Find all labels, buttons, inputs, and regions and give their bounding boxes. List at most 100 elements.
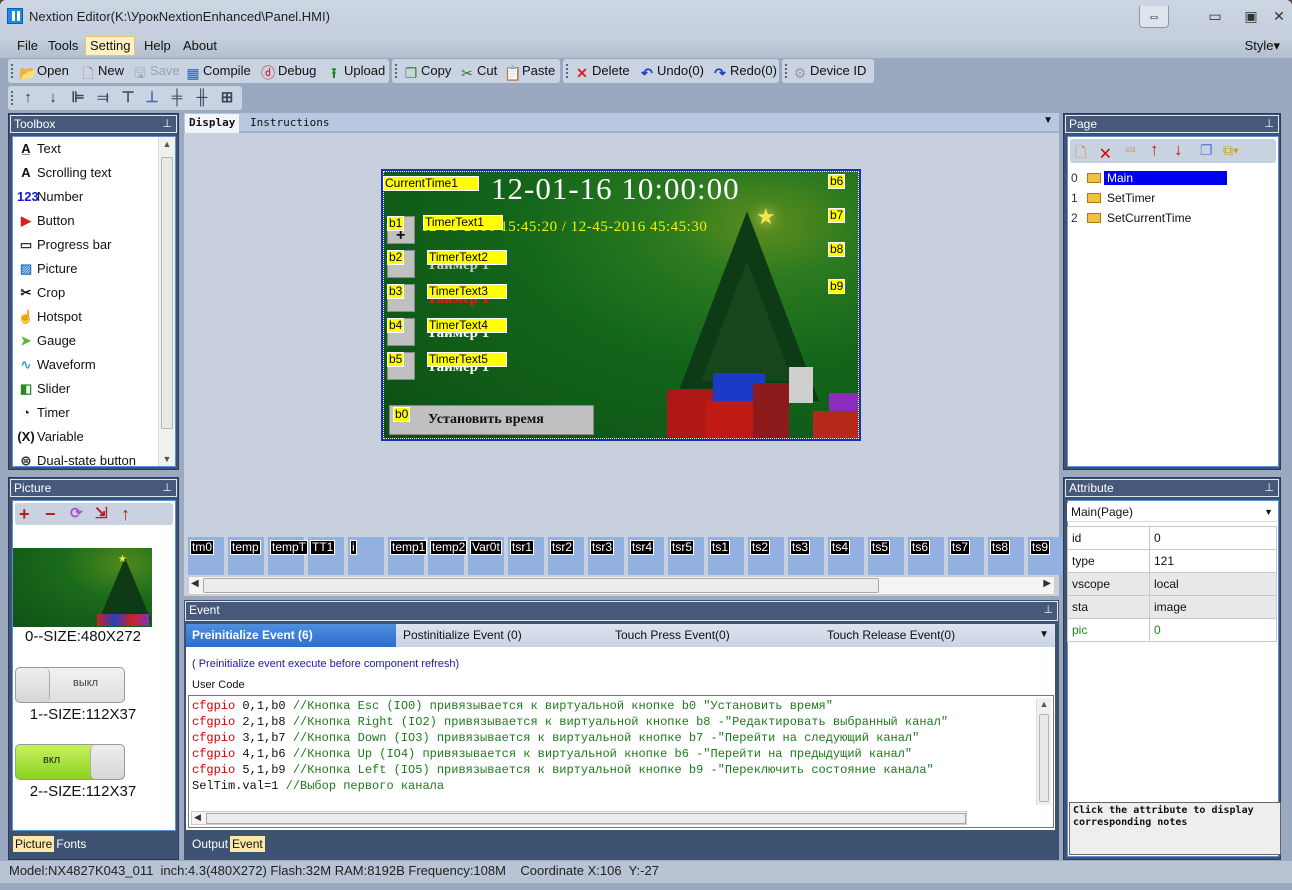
attribute-row-vscope[interactable]: vscope local <box>1067 572 1277 596</box>
component-ts2[interactable]: ts2 <box>748 537 784 575</box>
scroll-thumb[interactable] <box>1039 714 1049 802</box>
tab-touch-press[interactable]: Touch Press Event(0) <box>609 624 819 647</box>
picture-thumbnail-0[interactable]: ★ <box>13 548 152 627</box>
timertext5-label[interactable]: TimerText5 <box>427 352 507 367</box>
menu-about[interactable]: About <box>179 37 221 57</box>
hmi-canvas[interactable]: ★ 12-01-16 10:00:00 CurrentTime1 12-01-2… <box>381 169 861 441</box>
attribute-value[interactable]: 0 <box>1149 526 1277 550</box>
toolbox-item-button[interactable]: ▶ Button <box>17 210 75 232</box>
toolbox-item-gauge[interactable]: ➤ Gauge <box>17 330 77 352</box>
export-picture-icon[interactable]: ⇲ <box>95 504 108 524</box>
pin-icon[interactable]: ⊥ <box>162 480 172 496</box>
timertext2-label[interactable]: TimerText2 <box>427 250 507 265</box>
set-time-button[interactable]: Установить время b0 <box>389 405 594 435</box>
send-backward-icon[interactable]: ↓ <box>43 89 63 107</box>
attribute-value[interactable]: image <box>1149 595 1277 619</box>
tab-fonts[interactable]: Fonts <box>54 836 88 852</box>
toolbox-item-variable[interactable]: (X) Variable <box>17 426 83 448</box>
toolbox-item-timer[interactable]: ◔ Timer <box>17 402 70 424</box>
new-button[interactable]: 🗋 New <box>80 62 124 82</box>
component-ts5[interactable]: ts5 <box>868 537 904 575</box>
align-top-icon[interactable]: ⊤ <box>118 89 138 107</box>
component-tsr2[interactable]: tsr2 <box>548 537 584 575</box>
attribute-row-sta[interactable]: sta image <box>1067 595 1277 619</box>
component-tsr1[interactable]: tsr1 <box>508 537 544 575</box>
toolbox-item-hotspot[interactable]: ☝ Hotspot <box>17 306 82 328</box>
toolbox-item-picture[interactable]: ▨ Picture <box>17 258 78 280</box>
maximize-button[interactable]: ▣ <box>1236 6 1266 28</box>
component-ts1[interactable]: ts1 <box>708 537 744 575</box>
attribute-row-id[interactable]: id 0 <box>1067 526 1277 550</box>
toolbox-item-dual-state-button[interactable]: ⊜ Dual-state button <box>17 450 136 472</box>
tab-event[interactable]: Event <box>230 836 265 852</box>
align-bottom-icon[interactable]: ⊥ <box>142 89 162 107</box>
component-ts8[interactable]: ts8 <box>988 537 1024 575</box>
menu-tools[interactable]: Tools <box>44 37 82 57</box>
tab-display[interactable]: Display <box>185 114 240 133</box>
component-ts7[interactable]: ts7 <box>948 537 984 575</box>
attribute-row-pic[interactable]: pic 0 <box>1067 618 1277 642</box>
center-vertical-icon[interactable]: ╪ <box>167 89 187 107</box>
component-ts3[interactable]: ts3 <box>788 537 824 575</box>
code-vscrollbar[interactable]: ▲ <box>1036 698 1051 805</box>
tab-touch-release[interactable]: Touch Release Event(0) <box>821 624 1031 647</box>
same-size-icon[interactable]: ⊞ <box>217 89 237 107</box>
toolbar-grip[interactable] <box>566 64 568 78</box>
tab-instructions[interactable]: Instructions <box>246 114 333 133</box>
tab-picture[interactable]: Picture <box>13 836 55 852</box>
scroll-thumb[interactable] <box>206 813 966 824</box>
debug-button[interactable]: ⓓ Debug <box>260 62 316 82</box>
timertext4-label[interactable]: TimerText4 <box>427 318 507 333</box>
toolbar-grip[interactable] <box>395 64 397 78</box>
copy-button[interactable]: ❐ Copy <box>403 62 452 82</box>
toolbox-item-text[interactable]: A̲ Text <box>17 138 61 160</box>
save-button[interactable]: 🖫 Save <box>132 62 180 82</box>
swap-layout-button[interactable]: ⇔ <box>1139 6 1169 28</box>
undo-button[interactable]: ↶ Undo(0) <box>639 62 704 82</box>
code-hscrollbar[interactable]: ◀ <box>191 811 967 825</box>
insert-page-icon[interactable]: ⮹ <box>1125 142 1136 159</box>
toolbox-item-crop[interactable]: ✂ Crop <box>17 282 66 304</box>
pin-icon[interactable]: ⊥ <box>1264 480 1274 496</box>
component-temp1[interactable]: temp1 <box>388 537 428 575</box>
page-options-icon[interactable]: ⧉▾ <box>1223 142 1239 159</box>
timertext3-label[interactable]: TimerText3 <box>427 284 507 299</box>
minimize-button[interactable]: ▭ <box>1200 6 1230 28</box>
move-page-down-icon[interactable]: ↓ <box>1174 140 1183 160</box>
toolbox-item-progress-bar[interactable]: ▭ Progress bar <box>17 234 112 256</box>
component-temp[interactable]: temp <box>228 537 264 575</box>
pin-icon[interactable]: ⊥ <box>1043 602 1053 618</box>
copy-page-icon[interactable]: ❐ <box>1200 142 1213 159</box>
component-ts4[interactable]: ts4 <box>828 537 864 575</box>
component-tsr4[interactable]: tsr4 <box>628 537 664 575</box>
center-horizontal-icon[interactable]: ╫ <box>192 89 212 107</box>
page-item-settimer[interactable]: 1 SetTimer <box>1071 189 1158 208</box>
button-b8[interactable]: b8 <box>828 242 846 257</box>
component-tsr3[interactable]: tsr3 <box>588 537 624 575</box>
attribute-row-type[interactable]: type 121 <box>1067 549 1277 573</box>
component-var0t[interactable]: Var0t <box>468 537 504 575</box>
open-button[interactable]: 📂Open <box>19 62 69 82</box>
current-time-label[interactable]: CurrentTime1 <box>383 176 479 191</box>
component-temp2[interactable]: temp2 <box>428 537 468 575</box>
component-tsr5[interactable]: tsr5 <box>668 537 704 575</box>
style-menu[interactable]: Style▾ <box>1245 38 1280 54</box>
button-b6[interactable]: b6 <box>828 174 846 189</box>
delete-page-icon[interactable]: 🗙 <box>1100 142 1111 166</box>
menu-setting[interactable]: Setting <box>85 36 136 56</box>
scroll-thumb[interactable] <box>161 157 173 429</box>
page-item-main[interactable]: 0 Main <box>1071 169 1228 188</box>
replace-picture-icon[interactable]: ⟳ <box>70 504 83 524</box>
close-button[interactable]: ✕ <box>1264 6 1292 28</box>
component-ts6[interactable]: ts6 <box>908 537 944 575</box>
tabs-dropdown-icon[interactable]: ▼ <box>1043 115 1053 126</box>
delete-button[interactable]: ✕ Delete <box>574 62 629 82</box>
tab-output[interactable]: Output <box>190 836 230 852</box>
menu-help[interactable]: Help <box>140 37 175 57</box>
upload-button[interactable]: ⭱ Upload <box>326 62 386 82</box>
button-b7[interactable]: b7 <box>828 208 846 223</box>
toolbar-grip[interactable] <box>11 64 13 78</box>
attribute-value[interactable]: local <box>1149 572 1277 596</box>
device-id-button[interactable]: ⚙ Device ID <box>792 62 867 82</box>
pin-icon[interactable]: ⊥ <box>1264 116 1274 132</box>
